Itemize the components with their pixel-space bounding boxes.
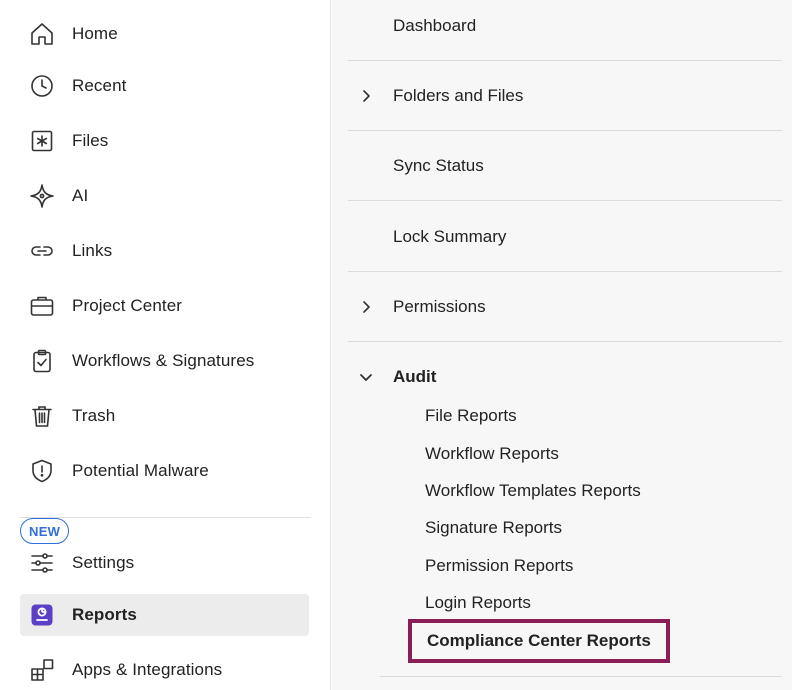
audit-item-signature-reports[interactable]: Signature Reports bbox=[425, 518, 562, 538]
sidebar-item-label: Settings bbox=[72, 553, 135, 572]
sidebar-item-ai[interactable]: AI bbox=[20, 175, 309, 217]
sidebar-item-label: Trash bbox=[72, 406, 116, 425]
files-icon bbox=[28, 127, 56, 155]
chevron-down-icon[interactable] bbox=[356, 367, 376, 387]
sidebar-item-label: Apps & Integrations bbox=[72, 660, 223, 679]
new-badge: NEW bbox=[20, 518, 70, 544]
briefcase-icon bbox=[28, 292, 56, 320]
menu-item-label: Sync Status bbox=[393, 156, 484, 175]
menu-item-lock-summary[interactable]: Lock Summary bbox=[348, 202, 782, 272]
sidebar-item-files[interactable]: Files bbox=[20, 120, 309, 162]
audit-item-workflow-templates-reports[interactable]: Workflow Templates Reports bbox=[425, 481, 641, 501]
sidebar-item-label: AI bbox=[72, 186, 89, 205]
sidebar-item-apps-integrations[interactable]: Apps & Integrations bbox=[20, 649, 309, 690]
audit-item-compliance-center-reports[interactable]: Compliance Center Reports bbox=[408, 619, 670, 663]
menu-item-label: Lock Summary bbox=[393, 227, 507, 246]
audit-item-permission-reports[interactable]: Permission Reports bbox=[425, 556, 573, 576]
menu-item-label: Dashboard bbox=[393, 16, 477, 35]
sidebar-item-label: Files bbox=[72, 131, 109, 150]
menu-item-sync-status[interactable]: Sync Status bbox=[348, 131, 782, 201]
apps-icon bbox=[28, 656, 56, 684]
sidebar-item-trash[interactable]: Trash bbox=[20, 395, 309, 437]
menu-item-permissions[interactable]: Permissions bbox=[348, 272, 782, 342]
menu-item-label: Audit bbox=[393, 367, 437, 386]
row-divider bbox=[348, 200, 782, 201]
trash-icon bbox=[28, 402, 56, 430]
sidebar-item-label: Potential Malware bbox=[72, 461, 209, 480]
sidebar-divider bbox=[20, 517, 311, 518]
sidebar-item-label: Recent bbox=[72, 76, 127, 95]
clock-icon bbox=[28, 72, 56, 100]
sidebar-item-potential-malware[interactable]: Potential Malware bbox=[20, 450, 309, 492]
sidebar-item-label: Links bbox=[72, 241, 113, 260]
audit-item-workflow-reports[interactable]: Workflow Reports bbox=[425, 444, 559, 464]
menu-item-folders-and-files[interactable]: Folders and Files bbox=[348, 61, 782, 131]
sidebar-item-links[interactable]: Links bbox=[20, 230, 309, 272]
sidebar-item-home[interactable]: Home bbox=[20, 13, 309, 55]
reports-icon bbox=[28, 601, 56, 629]
sidebar-item-label: Project Center bbox=[72, 296, 183, 315]
app-root: Home Recent Files AI Links Project Cente… bbox=[0, 0, 792, 690]
sidebar-item-label: Reports bbox=[72, 605, 137, 624]
row-divider bbox=[380, 676, 782, 677]
audit-item-login-reports[interactable]: Login Reports bbox=[425, 593, 531, 613]
reports-panel: Dashboard Folders and Files Sync Status … bbox=[332, 0, 792, 690]
home-icon bbox=[28, 20, 56, 48]
clipboard-check-icon bbox=[28, 347, 56, 375]
audit-item-file-reports[interactable]: File Reports bbox=[425, 406, 517, 426]
link-icon bbox=[28, 237, 56, 265]
menu-item-label: Folders and Files bbox=[393, 86, 524, 105]
chevron-right-icon[interactable] bbox=[356, 297, 376, 317]
sidebar-item-recent[interactable]: Recent bbox=[20, 65, 309, 107]
sidebar: Home Recent Files AI Links Project Cente… bbox=[0, 0, 331, 690]
menu-item-dashboard[interactable]: Dashboard bbox=[348, 0, 782, 61]
sidebar-item-reports[interactable]: Reports bbox=[20, 594, 309, 636]
sidebar-item-workflows-signatures[interactable]: Workflows & Signatures bbox=[20, 340, 309, 382]
sliders-icon bbox=[28, 549, 56, 577]
chevron-right-icon[interactable] bbox=[356, 86, 376, 106]
sidebar-item-label: Workflows & Signatures bbox=[72, 351, 255, 370]
sidebar-item-label: Home bbox=[72, 24, 118, 43]
shield-alert-icon bbox=[28, 457, 56, 485]
menu-item-label: Permissions bbox=[393, 297, 486, 316]
sidebar-item-project-center[interactable]: Project Center bbox=[20, 285, 309, 327]
ai-sparkle-icon bbox=[28, 182, 56, 210]
sidebar-item-settings[interactable]: Settings bbox=[20, 542, 309, 584]
menu-item-audit[interactable]: Audit bbox=[348, 342, 782, 412]
